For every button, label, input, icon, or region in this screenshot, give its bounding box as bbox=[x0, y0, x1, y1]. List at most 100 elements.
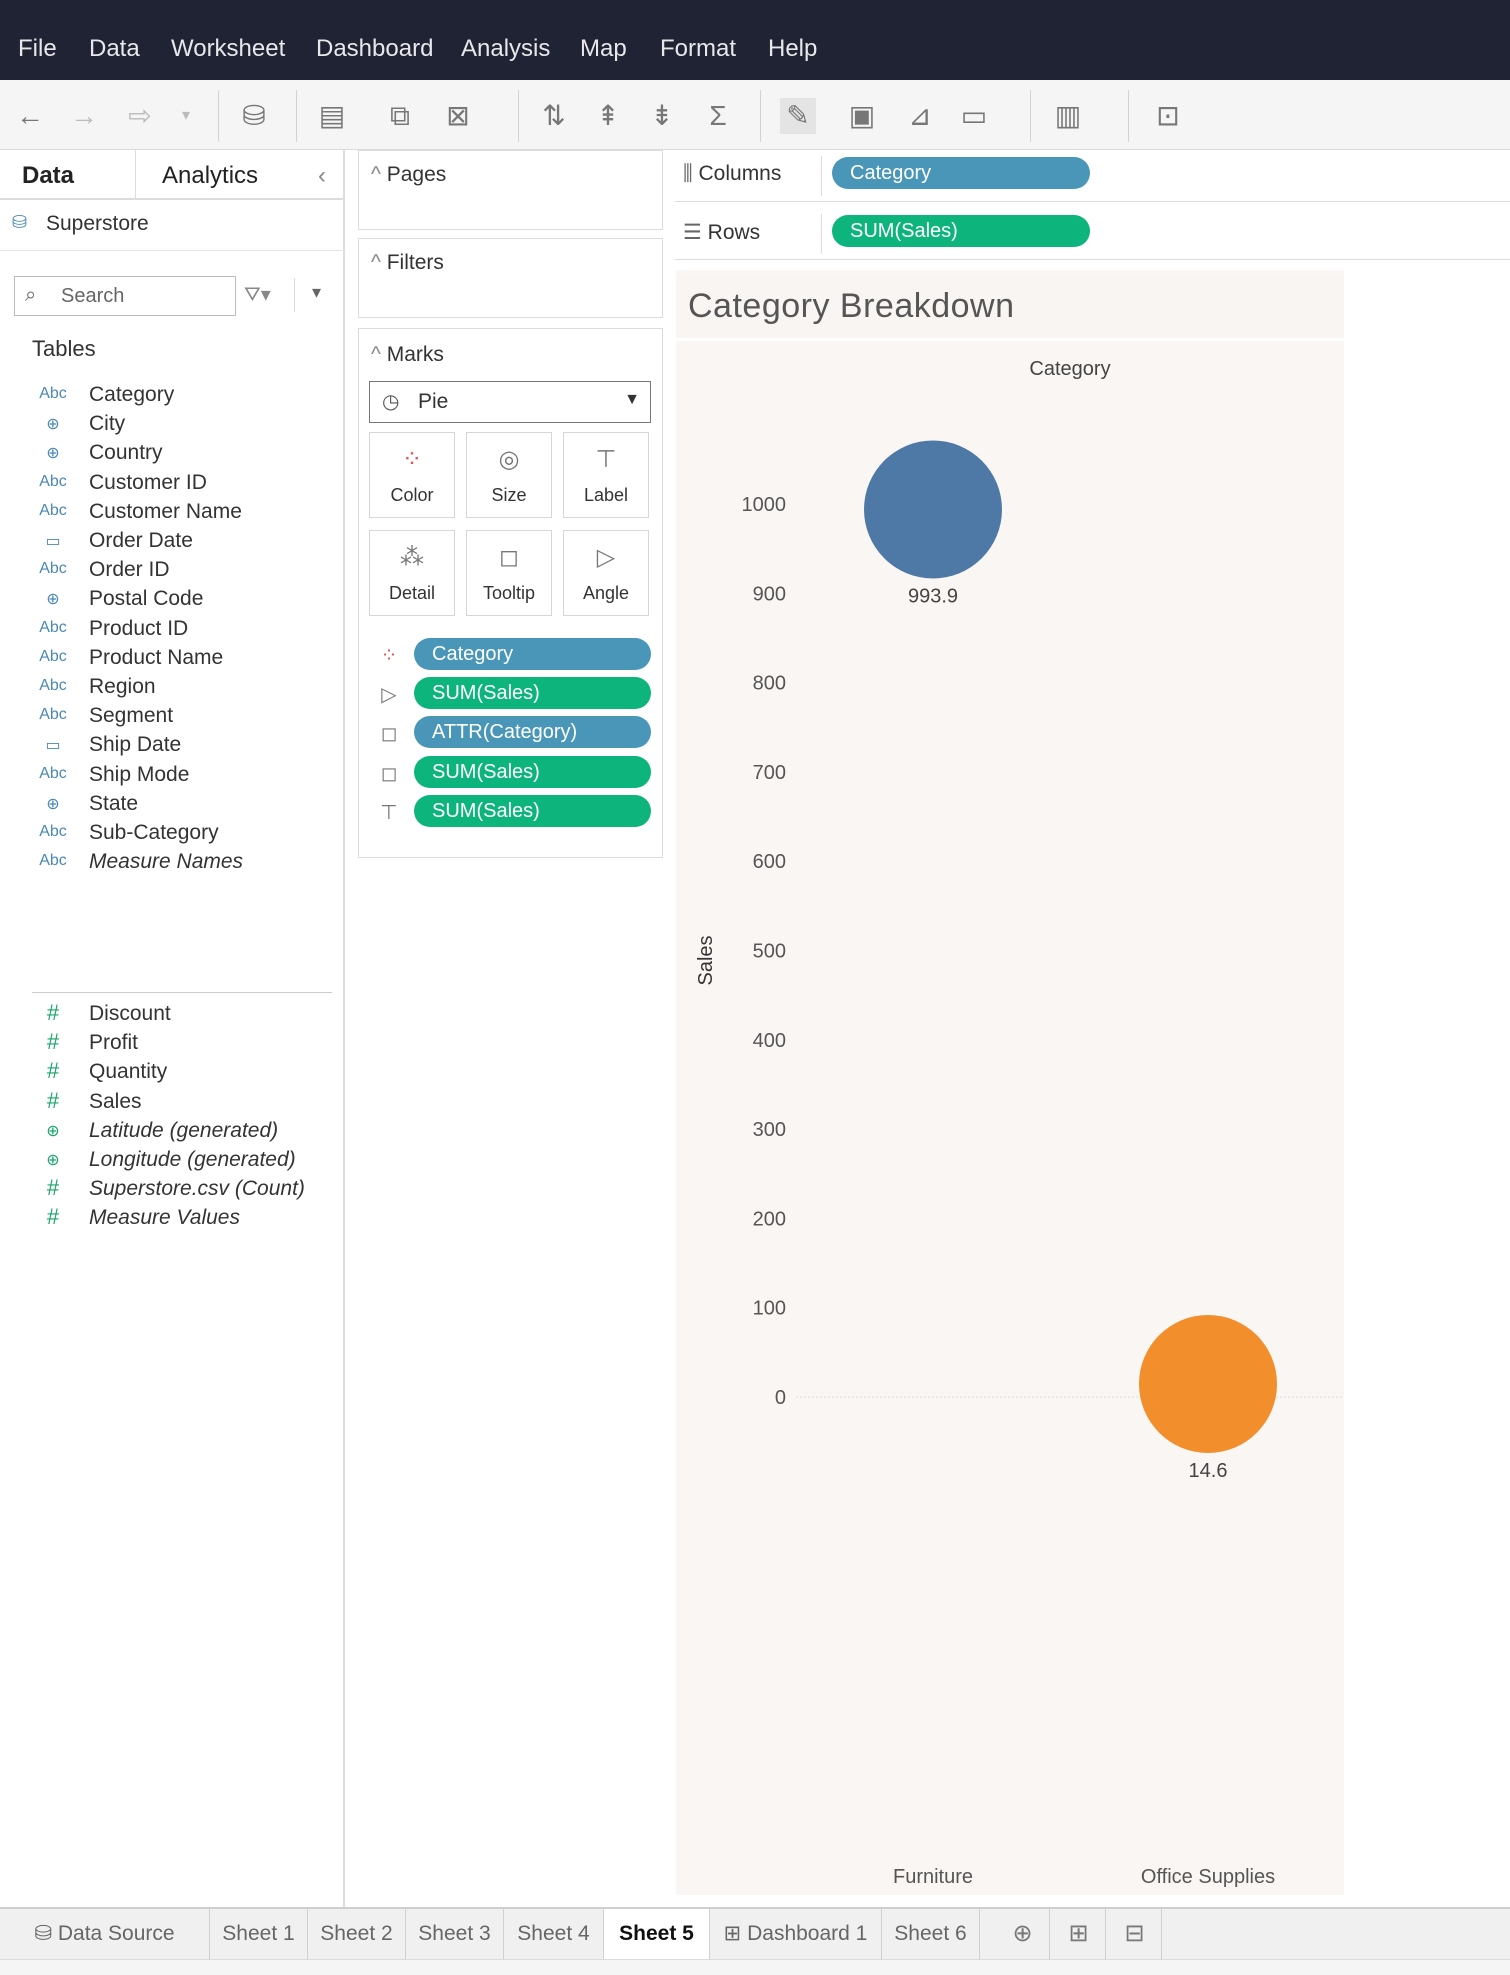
field-product-id[interactable]: Abc Product ID bbox=[0, 615, 340, 645]
columns-icon: ⫼ bbox=[683, 162, 699, 185]
tab-sheet-4[interactable]: Sheet 4 bbox=[504, 1909, 604, 1959]
field-state[interactable]: ⊕ State bbox=[0, 790, 340, 820]
field-segment[interactable]: Abc Segment bbox=[0, 702, 340, 732]
new-worksheet-icon[interactable]: ▤ bbox=[314, 98, 350, 134]
field-profit[interactable]: # Profit bbox=[0, 1029, 340, 1059]
totals-icon[interactable]: Σ bbox=[700, 98, 736, 134]
field-sub-category[interactable]: Abc Sub-Category bbox=[0, 819, 340, 849]
text-type-icon: Abc bbox=[39, 706, 67, 724]
field-name: Product Name bbox=[89, 645, 224, 669]
tab-sheet-2[interactable]: Sheet 2 bbox=[308, 1909, 406, 1959]
field-superstore-csv-count[interactable]: # Superstore.csv (Count) bbox=[0, 1175, 340, 1205]
field-customer-id[interactable]: Abc Customer ID bbox=[0, 469, 340, 499]
duplicate-sheet-icon[interactable]: ⧉ bbox=[382, 98, 418, 134]
tab-sheet-1[interactable]: Sheet 1 bbox=[210, 1909, 308, 1959]
field-quantity[interactable]: # Quantity bbox=[0, 1058, 340, 1088]
tab-analytics[interactable]: Analytics bbox=[162, 162, 258, 190]
search-input[interactable]: Search bbox=[61, 285, 124, 308]
clear-sheet-icon[interactable]: ⊠ bbox=[440, 98, 476, 134]
color-button[interactable]: ⁘ Color bbox=[369, 432, 455, 518]
field-country[interactable]: ⊕ Country bbox=[0, 439, 340, 469]
search-box[interactable]: ⌕ Search bbox=[14, 276, 236, 316]
collapse-pane-icon[interactable]: ‹ bbox=[318, 162, 326, 190]
tab-data-source[interactable]: ⛁ Data Source bbox=[0, 1909, 210, 1959]
redo-icon[interactable]: ⇨ bbox=[122, 98, 158, 134]
encoding-pill[interactable]: SUM(Sales) bbox=[414, 795, 651, 827]
datasource-name[interactable]: Superstore bbox=[46, 212, 149, 236]
new-worksheet-icon[interactable]: ⊕ bbox=[996, 1909, 1050, 1959]
field-discount[interactable]: # Discount bbox=[0, 1000, 340, 1030]
forward-icon[interactable]: → bbox=[66, 98, 102, 134]
field-ship-mode[interactable]: Abc Ship Mode bbox=[0, 761, 340, 791]
back-icon[interactable]: ← bbox=[12, 98, 48, 134]
menu-map[interactable]: Map bbox=[580, 35, 627, 63]
presentation-icon[interactable]: ⊡ bbox=[1150, 98, 1186, 134]
show-labels-icon[interactable]: ▣ bbox=[844, 98, 880, 134]
sort-descending-icon[interactable]: ⇟ bbox=[644, 98, 680, 134]
sort-ascending-icon[interactable]: ⇞ bbox=[590, 98, 626, 134]
menu-file[interactable]: File bbox=[18, 35, 57, 63]
field-measure-names[interactable]: Abc Measure Names bbox=[0, 848, 340, 878]
menu-dashboard[interactable]: Dashboard bbox=[316, 35, 433, 63]
menu-format[interactable]: Format bbox=[660, 35, 736, 63]
pie-mark[interactable] bbox=[864, 440, 1002, 579]
menu-data[interactable]: Data bbox=[89, 35, 140, 63]
y-tick-label: 500 bbox=[753, 941, 786, 963]
mark-type-value: Pie bbox=[418, 390, 449, 413]
pages-card[interactable]: ^ Pages bbox=[358, 150, 663, 230]
encoding-pill[interactable]: SUM(Sales) bbox=[414, 756, 651, 788]
show-me-icon[interactable]: ▥ bbox=[1050, 98, 1086, 134]
tab-sheet-5[interactable]: Sheet 5 bbox=[604, 1909, 710, 1959]
size-button[interactable]: ◎ Size bbox=[466, 432, 552, 518]
field-measure-values[interactable]: # Measure Values bbox=[0, 1204, 340, 1234]
tab-sheet-6[interactable]: Sheet 6 bbox=[882, 1909, 980, 1959]
field-name: Discount bbox=[89, 1002, 171, 1025]
swap-rows-columns-icon[interactable]: ⇅ bbox=[536, 98, 572, 134]
rows-shelf[interactable]: ☰ Rows SUM(Sales) bbox=[675, 208, 1510, 260]
pie-mark[interactable] bbox=[1139, 1314, 1277, 1453]
field-category[interactable]: Abc Category bbox=[0, 381, 340, 411]
field-latitude-generated[interactable]: ⊕ Latitude (generated) bbox=[0, 1117, 340, 1147]
field-order-id[interactable]: Abc Order ID bbox=[0, 556, 340, 586]
new-datasource-icon[interactable]: ⛁ bbox=[236, 98, 272, 134]
detail-button[interactable]: ⁂ Detail bbox=[369, 530, 455, 616]
field-postal-code[interactable]: ⊕ Postal Code bbox=[0, 585, 340, 615]
filter-fields-icon[interactable]: ⛛▾ bbox=[244, 282, 271, 307]
field-sales[interactable]: # Sales bbox=[0, 1088, 340, 1118]
new-dashboard-icon[interactable]: ⊞ bbox=[1052, 1909, 1106, 1959]
rows-pill[interactable]: SUM(Sales) bbox=[832, 215, 1090, 247]
field-region[interactable]: Abc Region bbox=[0, 673, 340, 703]
highlight-icon[interactable]: ✎ bbox=[780, 98, 816, 134]
new-story-icon[interactable]: ⊟ bbox=[1108, 1909, 1162, 1959]
field-customer-name[interactable]: Abc Customer Name bbox=[0, 498, 340, 528]
field-ship-date[interactable]: ▭ Ship Date bbox=[0, 731, 340, 761]
number-icon: # bbox=[46, 1058, 60, 1084]
columns-pill[interactable]: Category bbox=[832, 157, 1090, 189]
redo-dropdown-icon[interactable]: ▾ bbox=[168, 98, 204, 134]
angle-button[interactable]: ▷ Angle bbox=[563, 530, 649, 616]
encoding-pill[interactable]: ATTR(Category) bbox=[414, 716, 651, 748]
view-options-dropdown-icon[interactable]: ▾ bbox=[312, 282, 321, 303]
field-order-date[interactable]: ▭ Order Date bbox=[0, 527, 340, 557]
page-title[interactable]: Category Breakdown bbox=[688, 287, 1015, 326]
filters-card[interactable]: ^ Filters bbox=[358, 238, 663, 318]
fix-axes-icon[interactable]: ⊿ bbox=[902, 98, 938, 134]
field-longitude-generated[interactable]: ⊕ Longitude (generated) bbox=[0, 1146, 340, 1176]
columns-shelf[interactable]: ⫼ Columns Category bbox=[675, 150, 1510, 202]
tab-sheet-3[interactable]: Sheet 3 bbox=[406, 1909, 504, 1959]
tooltip-button[interactable]: ◻ Tooltip bbox=[466, 530, 552, 616]
menu-worksheet[interactable]: Worksheet bbox=[171, 35, 285, 63]
mark-type-select[interactable]: ◷ Pie ▼ bbox=[369, 381, 651, 423]
tab-dashboard-1[interactable]: ⊞ Dashboard 1 bbox=[710, 1909, 882, 1959]
field-product-name[interactable]: Abc Product Name bbox=[0, 644, 340, 674]
fit-icon[interactable]: ▭ bbox=[956, 98, 992, 134]
encoding-pill[interactable]: Category bbox=[414, 638, 651, 670]
chart[interactable]: Category Sales 0 100 200 300 400 500 600 700 800… bbox=[676, 345, 1344, 1900]
menu-analysis[interactable]: Analysis bbox=[461, 35, 550, 63]
label-button[interactable]: ⊤ Label bbox=[563, 432, 649, 518]
field-city[interactable]: ⊕ City bbox=[0, 410, 340, 440]
tab-data[interactable]: Data bbox=[22, 162, 74, 190]
encoding-pill[interactable]: SUM(Sales) bbox=[414, 677, 651, 709]
menu-help[interactable]: Help bbox=[768, 35, 817, 63]
y-tick-label: 400 bbox=[753, 1030, 786, 1052]
